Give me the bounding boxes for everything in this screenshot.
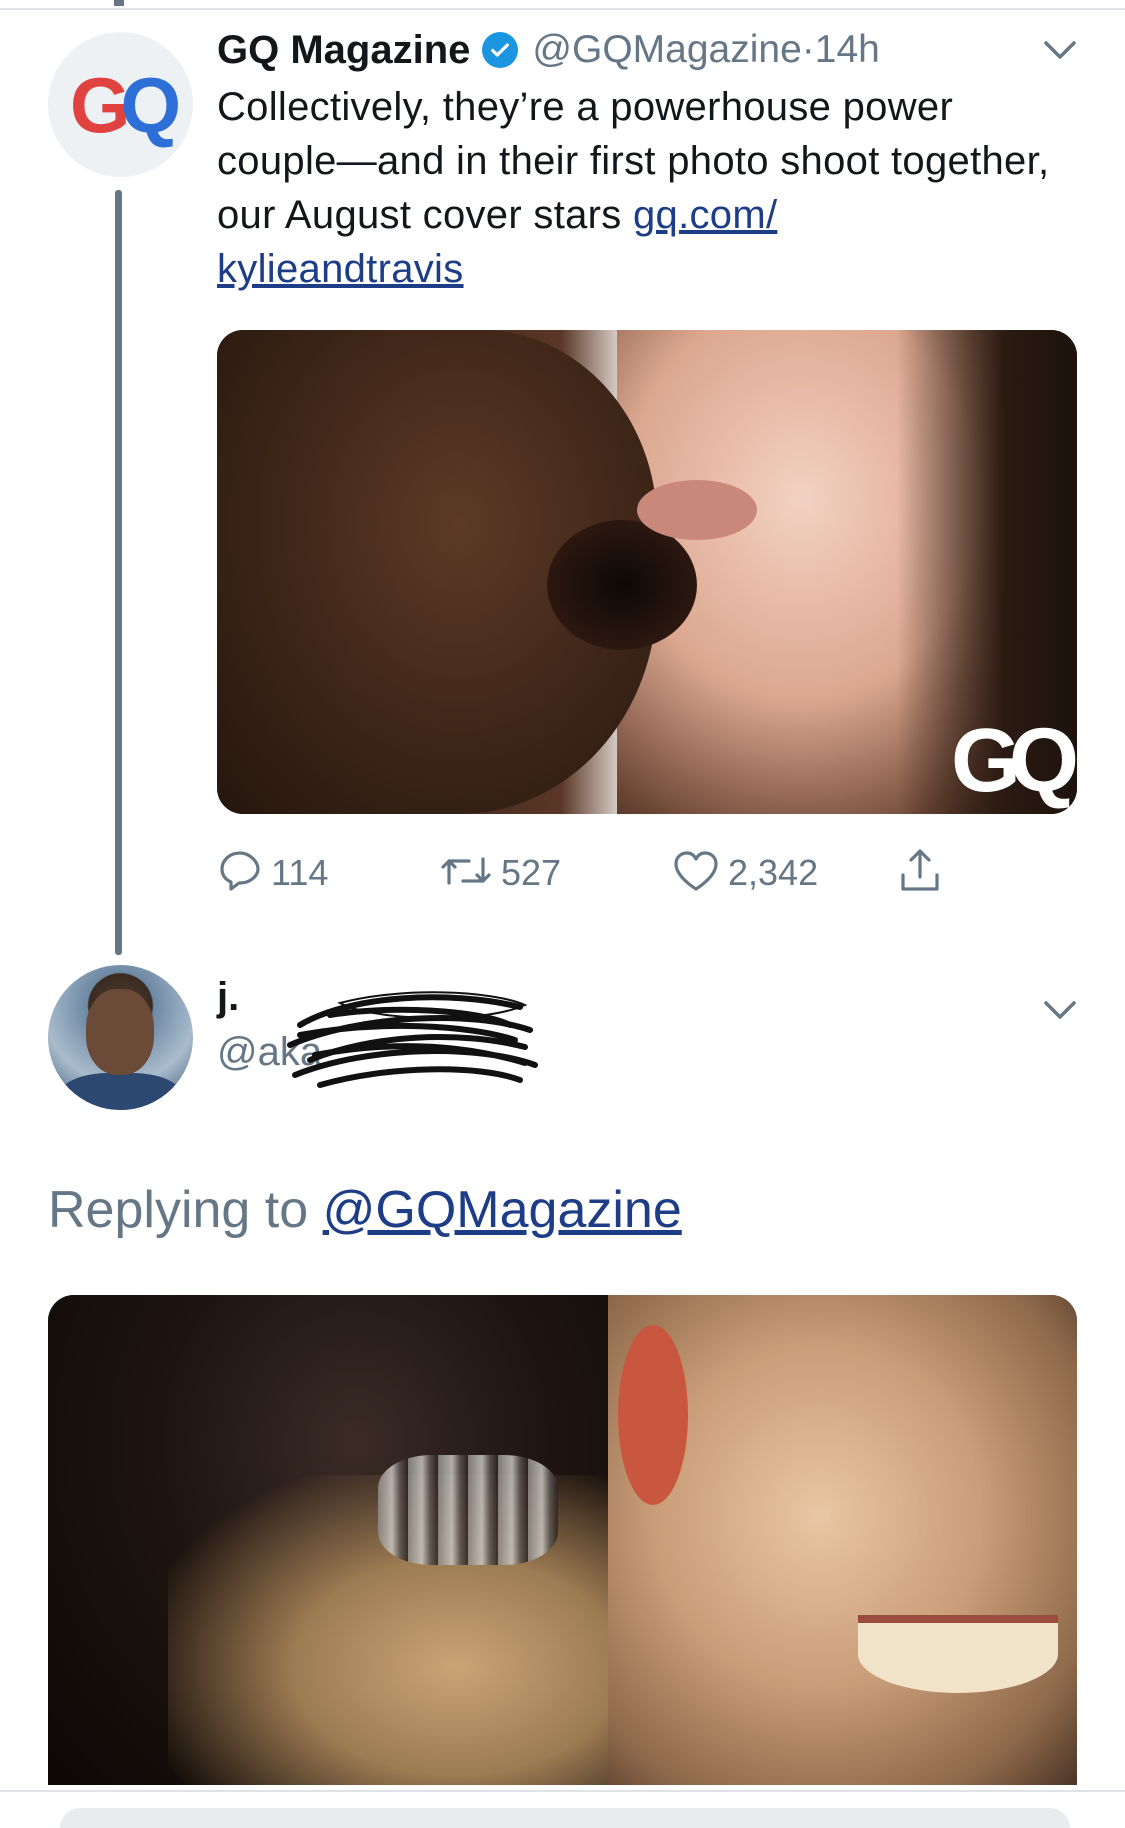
replying-label: Replying to <box>48 1181 323 1239</box>
photo-region-lips <box>637 480 757 540</box>
reply-display-name[interactable]: j. <box>217 975 239 1020</box>
photo-region-ear <box>618 1325 688 1505</box>
retweet-icon <box>439 849 493 898</box>
display-name[interactable]: GQ Magazine <box>217 28 470 73</box>
like-button[interactable]: 2,342 <box>672 845 818 901</box>
tweet-text: Collectively, they’re a powerhouse power… <box>217 80 1067 296</box>
heart-icon <box>672 849 720 898</box>
avatar-shirt <box>58 1073 183 1110</box>
gq-avatar[interactable]: GQ <box>48 32 193 177</box>
share-button[interactable] <box>897 845 943 901</box>
compose-bar[interactable] <box>60 1808 1070 1828</box>
photo-region-smile <box>858 1615 1058 1693</box>
reply-count: 114 <box>271 852 329 893</box>
separator-dot: · <box>801 28 815 71</box>
thread-line <box>115 190 122 955</box>
retweet-button[interactable]: 527 <box>439 845 561 901</box>
gq-watermark: GQ <box>950 711 1077 811</box>
top-divider <box>0 8 1125 10</box>
bottom-divider <box>0 1790 1125 1792</box>
reply-icon <box>217 848 263 899</box>
gq-logo: GQ <box>69 60 181 149</box>
verified-badge-icon <box>482 32 519 68</box>
like-count: 2,342 <box>728 852 819 893</box>
tweet-actions: 114 527 2,342 <box>217 845 977 901</box>
user-handle[interactable]: @GQMagazine <box>532 28 801 72</box>
reply-avatar[interactable] <box>48 965 193 1110</box>
thread-top-tick <box>114 0 124 6</box>
redaction-scribble <box>287 991 538 1088</box>
tweet-header: GQ Magazine @GQMagazine · 14h <box>217 22 880 78</box>
retweet-count: 527 <box>501 852 562 893</box>
tweet-timestamp[interactable]: 14h <box>815 28 880 72</box>
share-icon <box>897 847 943 900</box>
reply-button[interactable]: 114 <box>217 845 328 901</box>
replying-mention[interactable]: @GQMagazine <box>323 1181 682 1239</box>
photo-region-mouth <box>547 520 697 650</box>
chevron-down-icon[interactable] <box>1040 30 1080 70</box>
chevron-down-icon[interactable] <box>1040 990 1080 1030</box>
reply-photo[interactable] <box>48 1295 1077 1785</box>
avatar-face <box>86 989 154 1075</box>
tweet-photo[interactable]: GQ <box>217 330 1077 814</box>
photo-region-teeth <box>378 1455 558 1565</box>
replying-to: Replying to @GQMagazine <box>48 1180 682 1240</box>
